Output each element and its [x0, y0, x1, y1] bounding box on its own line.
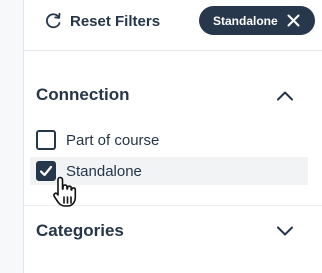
- chevron-down-icon[interactable]: [276, 222, 294, 240]
- reset-filters-label: Reset Filters: [70, 12, 161, 30]
- refresh-icon: [44, 12, 62, 30]
- reset-filters-button[interactable]: Reset Filters: [44, 9, 160, 33]
- part-of-course-checkbox[interactable]: [36, 130, 56, 150]
- active-filter-chip[interactable]: Standalone: [199, 6, 315, 35]
- left-border-strip: [0, 0, 24, 273]
- active-filter-chip-label: Standalone: [213, 13, 278, 28]
- divider: [24, 50, 322, 51]
- close-icon[interactable]: [286, 13, 301, 28]
- filter-panel: Reset Filters Standalone Connection Part…: [0, 0, 322, 273]
- checkmark-icon: [39, 165, 53, 177]
- standalone-checkbox[interactable]: [36, 161, 56, 181]
- filter-option-standalone[interactable]: Standalone: [30, 157, 308, 185]
- divider: [24, 205, 322, 206]
- option-label: Standalone: [66, 162, 142, 180]
- categories-section-title[interactable]: Categories: [36, 221, 124, 241]
- chevron-up-icon[interactable]: [276, 87, 294, 105]
- option-label: Part of course: [66, 131, 160, 149]
- connection-section-title[interactable]: Connection: [36, 85, 130, 105]
- filter-option-part-of-course[interactable]: Part of course: [30, 126, 308, 154]
